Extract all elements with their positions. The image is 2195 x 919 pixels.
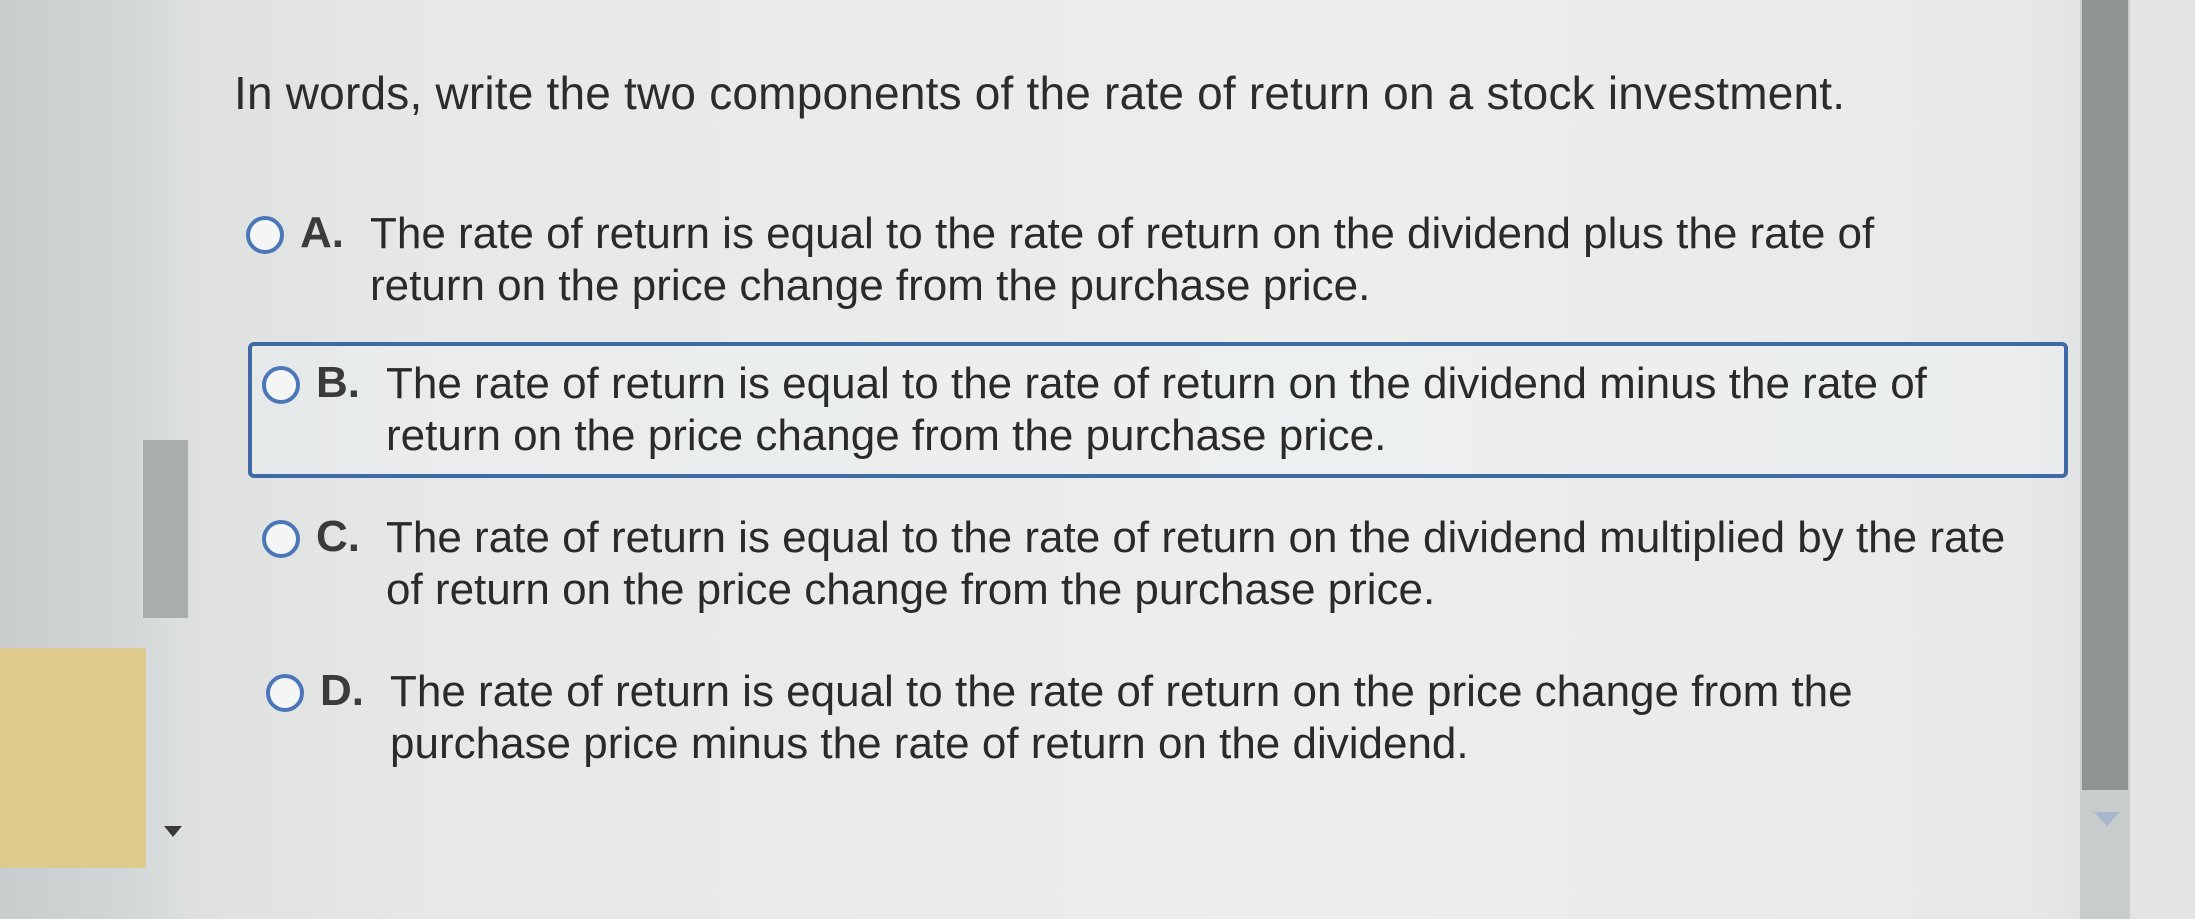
option-text: The rate of return is equal to the rate … <box>386 359 1927 460</box>
radio-button-icon[interactable] <box>246 216 284 254</box>
option-b[interactable]: B. The rate of return is equal to the ra… <box>248 342 2068 478</box>
right-scrollbar-thumb[interactable] <box>2082 0 2128 790</box>
option-text: The rate of return is equal to the rate … <box>390 667 1853 768</box>
option-letter: D. <box>320 666 364 715</box>
right-edge <box>2130 0 2195 919</box>
question-content: In words, write the two components of th… <box>190 0 2070 919</box>
option-text: The rate of return is equal to the rate … <box>386 513 2006 614</box>
radio-button-icon[interactable] <box>262 520 300 558</box>
option-a[interactable]: A. The rate of return is equal to the ra… <box>240 200 2040 320</box>
scroll-down-arrow-icon[interactable] <box>164 826 182 837</box>
side-panel <box>0 648 146 868</box>
option-letter: C. <box>316 512 360 561</box>
page: In words, write the two components of th… <box>0 0 2195 919</box>
radio-button-icon[interactable] <box>262 366 300 404</box>
option-letter: A. <box>300 208 344 257</box>
option-d[interactable]: D. The rate of return is equal to the ra… <box>260 666 2060 770</box>
option-text: The rate of return is equal to the rate … <box>370 209 1875 310</box>
radio-button-icon[interactable] <box>266 674 304 712</box>
option-letter: B. <box>316 358 360 407</box>
scroll-down-arrow-icon[interactable] <box>2094 812 2120 826</box>
option-c[interactable]: C. The rate of return is equal to the ra… <box>256 512 2056 616</box>
left-scrollbar-thumb[interactable] <box>143 440 188 618</box>
question-text: In words, write the two components of th… <box>234 67 1846 119</box>
